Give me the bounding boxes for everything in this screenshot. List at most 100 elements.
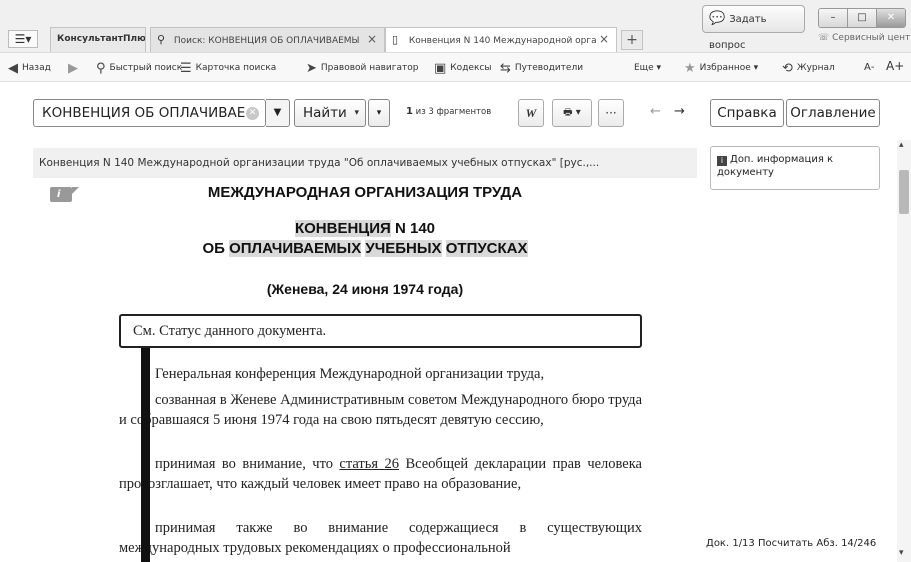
search-input[interactable]: КОНВЕНЦИЯ ОБ ОПЛАЧИВАЕ ✕ (33, 99, 266, 127)
window-controls: – □ ✕ (818, 8, 906, 28)
tab-document[interactable]: ▯ Конвенция N 140 Международной орга × (385, 27, 617, 53)
search-card-button[interactable]: ☰ Карточка поиска (180, 60, 276, 77)
search-highlight: ОТПУСКАХ (445, 240, 528, 257)
chevron-down-icon: ▾ (354, 108, 359, 118)
new-tab-button[interactable]: + (621, 30, 643, 50)
additional-info-button[interactable]: i Доп. информация к документу (710, 146, 880, 190)
document-header: Конвенция N 140 Международной организаци… (33, 148, 697, 178)
minimize-button[interactable]: – (819, 9, 848, 27)
tab-home[interactable]: КонсультантПлюс (50, 27, 146, 52)
guides-button[interactable]: ⇆ Путеводители (500, 60, 583, 77)
scroll-up-icon[interactable]: ▴ (899, 140, 904, 150)
search-history-dropdown[interactable]: ▼ (266, 99, 290, 127)
paragraph-1: Генеральная конференция Международной ор… (119, 364, 642, 384)
document-status-bar: Док. 1/13 Посчитать Абз. 14/246 (706, 538, 896, 549)
find-label: Найти (303, 105, 347, 121)
paragraph-4-text: принимая также во внимание содержащиеся … (119, 520, 642, 556)
nav-toolbar: ◀ Назад ▶ ⚲ Быстрый поиск ☰ Карточка поиска… (0, 52, 911, 82)
doc-position: Док. 1/13 (706, 538, 755, 549)
convention-number: N 140 (390, 220, 436, 237)
font-smaller-button[interactable]: А- (864, 60, 874, 76)
convention-title: КОНВЕНЦИЯ N 140 (33, 220, 697, 237)
codes-button[interactable]: ▣ Кодексы (434, 60, 491, 77)
fragment-current: 1 (406, 106, 413, 117)
book-icon: ▣ (434, 61, 447, 76)
search-card-label: Карточка поиска (195, 63, 277, 73)
arrow-right-icon[interactable]: → (674, 104, 685, 120)
signpost-icon: ⇆ (500, 61, 511, 76)
more-actions-button[interactable]: ··· (598, 99, 624, 127)
org-title: МЕЖДУНАРОДНАЯ ОРГАНИЗАЦИЯ ТРУДА (207, 184, 523, 201)
guides-label: Путеводители (514, 63, 584, 73)
history-icon: ⟲ (782, 61, 793, 76)
place-date: (Женева, 24 июня 1974 года) (266, 281, 464, 297)
scroll-down-icon[interactable]: ▾ (899, 548, 904, 558)
word-export-button[interactable]: W (518, 99, 544, 127)
tab-document-label: Конвенция N 140 Международной орга (408, 36, 597, 46)
chat-icon: 💬 (709, 11, 726, 26)
service-center-label: Сервисный центр (832, 33, 911, 43)
article-26-link[interactable]: статья 26 (339, 456, 399, 472)
close-icon[interactable]: × (367, 28, 377, 51)
clear-icon[interactable]: ✕ (246, 107, 259, 120)
scrollbar[interactable]: ▴ ▾ (897, 140, 911, 562)
print-button[interactable]: 🖶 ▾ (552, 99, 592, 127)
service-center-link[interactable]: ☏ Сервисный центр (818, 33, 911, 43)
forward-button[interactable]: ▶ (68, 60, 82, 77)
count-link[interactable]: Посчитать (758, 538, 813, 549)
phone-icon: ☏ (818, 33, 833, 43)
favorites-label: Избранное ▾ (699, 63, 759, 73)
tab-search[interactable]: ⚲ Поиск: КОНВЕНЦИЯ ОБ ОПЛАЧИВАЕМЫ × (150, 27, 385, 52)
codes-label: Кодексы (450, 63, 492, 73)
search-query: КОНВЕНЦИЯ ОБ ОПЛАЧИВАЕ (42, 105, 246, 121)
arrow-left-icon: ◀ (8, 61, 18, 76)
more-menu[interactable]: Еще ▾ (634, 60, 661, 76)
paragraph-2-text: созванная в Женеве Административным сове… (119, 392, 642, 428)
back-label: Назад (22, 63, 51, 73)
document-icon: ▯ (392, 33, 399, 46)
legal-navigator-label: Правовой навигатор (320, 63, 419, 73)
arrow-left-icon[interactable]: ← (650, 104, 661, 120)
tab-home-label: КонсультантПлюс (57, 34, 146, 44)
scroll-thumb[interactable] (899, 170, 909, 214)
additional-info-label: Доп. информация к документу (717, 154, 834, 178)
close-icon[interactable]: × (599, 28, 609, 51)
menu-icon[interactable]: ☰▾ (8, 30, 38, 48)
search-highlight: КОНВЕНЦИЯ (294, 220, 391, 237)
paragraph-3: принимая во внимание, что статья 26 Всео… (119, 454, 642, 494)
tab-search-label: Поиск: КОНВЕНЦИЯ ОБ ОПЛАЧИВАЕМЫ (173, 36, 360, 46)
quick-search-button[interactable]: ⚲ Быстрый поиск (96, 60, 182, 77)
text-cursor-bar (141, 348, 150, 562)
title-bar: ☰▾ КонсультантПлюс ⚲ Поиск: КОНВЕНЦИЯ ОБ… (0, 0, 911, 53)
status-link[interactable]: См. Статус данного документа. (119, 314, 642, 348)
arrow-right-icon: ▶ (68, 61, 78, 76)
printer-icon: 🖶 ▾ (563, 107, 581, 118)
info-square-icon: i (717, 156, 727, 166)
maximize-button[interactable]: □ (848, 9, 877, 27)
search-card-icon: ☰ (180, 61, 192, 76)
fragment-total: из 3 фрагментов (412, 107, 492, 117)
star-icon: ★ (684, 61, 696, 76)
tab-contents[interactable]: Оглавление (786, 99, 880, 127)
paragraph-3-text: принимая во внимание, что (155, 456, 340, 472)
back-button[interactable]: ◀ Назад (8, 60, 51, 77)
journal-label: Журнал (796, 63, 835, 73)
tab-help[interactable]: Справка (710, 99, 784, 127)
search-bar: КОНВЕНЦИЯ ОБ ОПЛАЧИВАЕ ✕ ▼ Найти ▾ ▾ 1 и… (0, 82, 700, 140)
font-larger-button[interactable]: А+ (886, 58, 904, 74)
paragraph-position: Абз. 14/246 (816, 538, 877, 549)
document-body[interactable]: i МЕЖДУНАРОДНАЯ ОРГАНИЗАЦИЯ ТРУДА КОНВЕН… (33, 178, 697, 562)
legal-navigator-button[interactable]: ➤ Правовой навигатор (306, 60, 419, 77)
ask-question-button[interactable]: 💬 Задать вопрос (702, 5, 805, 51)
close-window-button[interactable]: ✕ (877, 9, 905, 27)
favorites-menu[interactable]: ★ Избранное ▾ (684, 60, 758, 77)
quick-search-label: Быстрый поиск (109, 63, 183, 73)
paragraph-4: принимая также во внимание содержащиеся … (119, 518, 642, 558)
navigator-icon: ➤ (306, 61, 317, 76)
prev-fragment-button[interactable]: ▾ (368, 99, 390, 127)
journal-button[interactable]: ⟲ Журнал (782, 60, 835, 77)
subtitle-word: ОБ (202, 240, 230, 257)
search-icon: ⚲ (157, 33, 166, 46)
fragment-counter: 1 из 3 фрагментов (406, 106, 491, 117)
find-button[interactable]: Найти ▾ (294, 99, 366, 127)
